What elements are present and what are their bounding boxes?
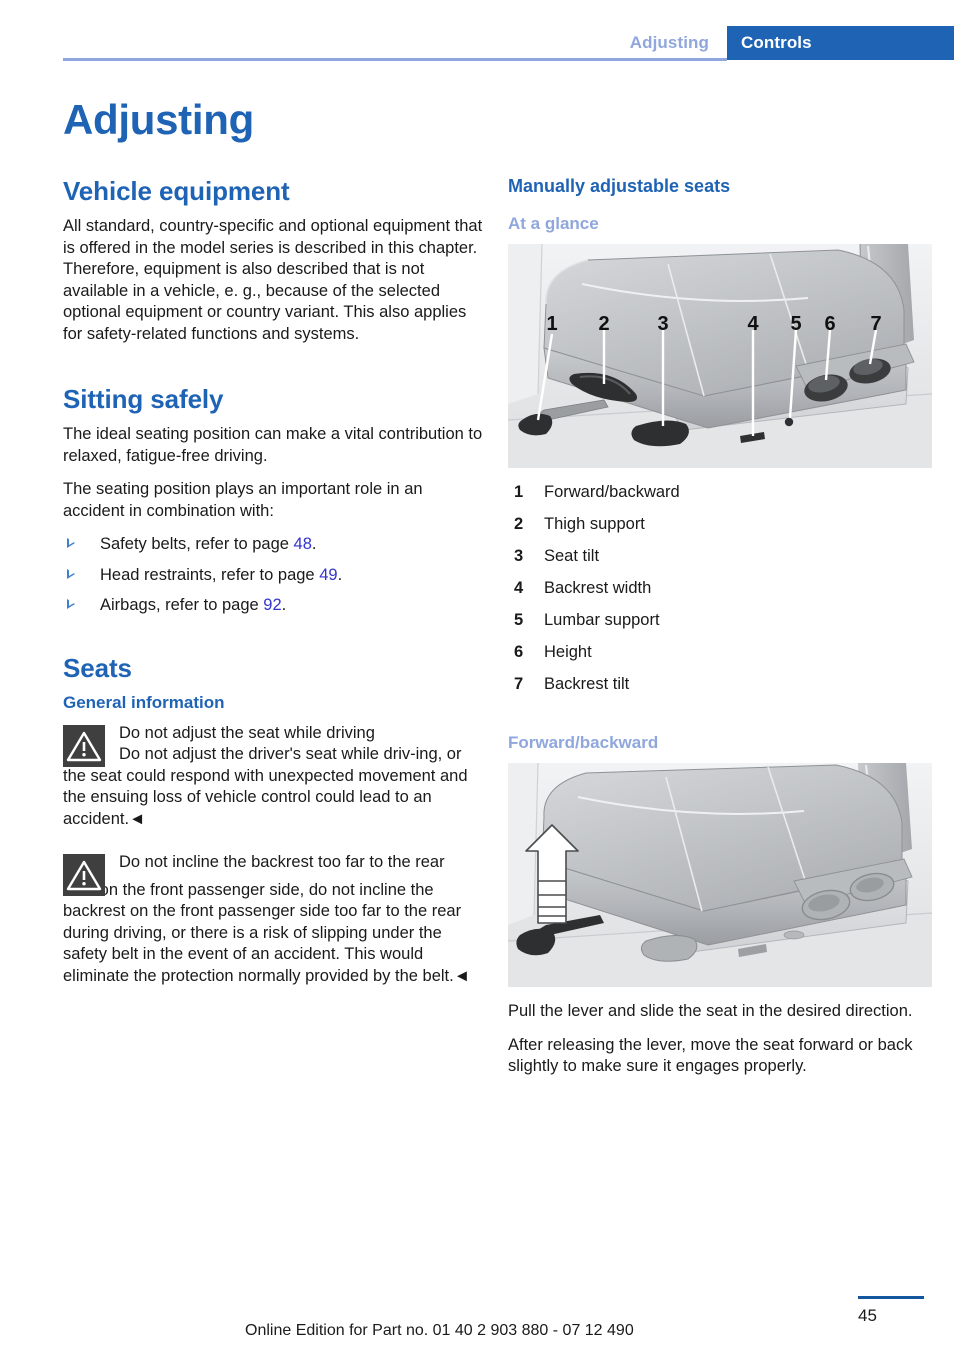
page-number-rule bbox=[858, 1296, 924, 1299]
svg-text:6: 6 bbox=[824, 313, 835, 335]
legend-label: Seat tilt bbox=[544, 547, 600, 565]
legend-number: 5 bbox=[514, 611, 524, 629]
vehicle-equipment-paragraph: All standard, country-specific and optio… bbox=[63, 217, 483, 343]
warning-body-rest: Also on the front passenger side, do not… bbox=[63, 880, 471, 985]
legend-number: 4 bbox=[514, 579, 524, 597]
forward-backward-paragraph-2: After releasing the lever, move the seat… bbox=[508, 1035, 913, 1076]
tab-adjusting[interactable]: Adjusting bbox=[629, 26, 727, 60]
list-item: 1 Forward/backward bbox=[508, 482, 932, 504]
triangle-bullet-icon bbox=[67, 538, 75, 548]
footer-online-edition-note: Online Edition for Part no. 01 40 2 903 … bbox=[245, 1322, 634, 1339]
triangle-bullet-icon bbox=[67, 568, 75, 579]
legend-number: 7 bbox=[514, 675, 524, 693]
list-item: Safety belts, refer to page 48. bbox=[63, 534, 487, 556]
svg-text:3: 3 bbox=[657, 313, 668, 335]
legend-number: 6 bbox=[514, 643, 524, 661]
svg-text:1: 1 bbox=[546, 313, 557, 335]
page-reference-link[interactable]: 92 bbox=[263, 596, 281, 614]
bullet-text-suffix: . bbox=[281, 596, 287, 614]
page-title: Adjusting bbox=[63, 96, 254, 143]
warning-body-first-line: Do not adjust the driver's seat while dr… bbox=[119, 745, 416, 763]
tab-controls[interactable]: Controls bbox=[727, 26, 954, 60]
sitting-safely-bullet-list: Safety belts, refer to page 48. Head res… bbox=[63, 534, 487, 617]
bullet-text: Head restraints, refer to page bbox=[100, 565, 320, 584]
list-item: Head restraints, refer to page 49. bbox=[63, 565, 487, 587]
section-heading-seats: Seats bbox=[63, 652, 132, 683]
legend-number: 1 bbox=[514, 483, 524, 501]
list-item: Airbags, refer to page 92. bbox=[63, 595, 487, 617]
seat-controls-legend-list: 1 Forward/backward 2 Thigh support 3 Seat t… bbox=[508, 482, 932, 696]
list-item: 3 Seat tilt bbox=[508, 546, 932, 568]
bullet-text-suffix: . bbox=[337, 565, 343, 584]
subsection-heading-general-information: General information bbox=[63, 692, 225, 712]
sitting-safely-paragraph-2: The seating position plays an important … bbox=[63, 480, 423, 520]
right-column: Manually adjustable seats At a glance 1 … bbox=[508, 176, 932, 1090]
list-item: 4 Backrest width bbox=[508, 578, 932, 600]
legend-label: Lumbar support bbox=[544, 611, 660, 629]
warning-title: Do not adjust the seat while driving bbox=[119, 723, 375, 742]
legend-label: Forward/backward bbox=[544, 483, 680, 501]
list-item: 7 Backrest tilt bbox=[508, 674, 932, 696]
page-reference-link[interactable]: 48 bbox=[294, 535, 312, 553]
section-heading-vehicle-equipment: Vehicle equipment bbox=[63, 176, 290, 206]
warning-triangle-icon bbox=[63, 724, 105, 767]
sitting-safely-paragraph-1: The ideal seating position can make a vi… bbox=[63, 425, 483, 465]
warning-body: Also on the front passenger side, do not… bbox=[63, 880, 487, 988]
seat-controls-overview-illustration: 1 2 3 4 5 6 7 bbox=[508, 244, 932, 468]
page-number: 45 bbox=[858, 1306, 877, 1325]
subsection-heading-forward-backward: Forward/backward bbox=[508, 733, 659, 752]
svg-text:7: 7 bbox=[870, 313, 881, 335]
warning-title: Do not incline the backrest too far to t… bbox=[119, 853, 445, 871]
warning-body: Do not adjust the driver's seat while dr… bbox=[63, 744, 487, 830]
legend-number: 3 bbox=[514, 547, 524, 565]
list-item: 6 Height bbox=[508, 642, 932, 664]
svg-text:2: 2 bbox=[598, 313, 609, 335]
legend-label: Height bbox=[544, 643, 592, 661]
bullet-text-suffix: . bbox=[311, 535, 317, 553]
section-heading-sitting-safely: Sitting safely bbox=[63, 384, 224, 414]
bullet-text: Airbags, refer to page bbox=[100, 596, 264, 614]
legend-label: Thigh support bbox=[544, 515, 645, 533]
page-reference-link[interactable]: 49 bbox=[319, 566, 337, 584]
svg-text:4: 4 bbox=[747, 313, 759, 335]
legend-label: Backrest tilt bbox=[544, 675, 630, 693]
bullet-text: Safety belts, refer to page bbox=[100, 535, 294, 553]
warning-triangle-icon bbox=[63, 854, 105, 896]
header-divider-rule bbox=[63, 58, 727, 61]
list-item: 5 Lumbar support bbox=[508, 610, 932, 632]
left-column: Vehicle equipment All standard, country-… bbox=[63, 176, 487, 993]
list-item: 2 Thigh support bbox=[508, 514, 932, 536]
legend-label: Backrest width bbox=[544, 579, 652, 597]
legend-number: 2 bbox=[514, 515, 524, 533]
subsection-heading-manually-adjustable-seats: Manually adjustable seats bbox=[508, 176, 731, 196]
warning-block: Do not adjust the seat while driving Do … bbox=[63, 723, 487, 831]
warning-block: Do not incline the backrest too far to t… bbox=[63, 852, 487, 987]
header-breadcrumb-tabs: Adjusting Controls bbox=[629, 26, 954, 60]
page-header: Adjusting Controls bbox=[0, 0, 954, 62]
forward-backward-paragraph-1: Pull the lever and slide the seat in the… bbox=[508, 1002, 913, 1020]
triangle-bullet-icon bbox=[67, 599, 75, 609]
subsection-heading-at-a-glance: At a glance bbox=[508, 214, 599, 233]
seat-forward-backward-lever-illustration bbox=[508, 763, 932, 987]
svg-text:5: 5 bbox=[790, 313, 801, 335]
